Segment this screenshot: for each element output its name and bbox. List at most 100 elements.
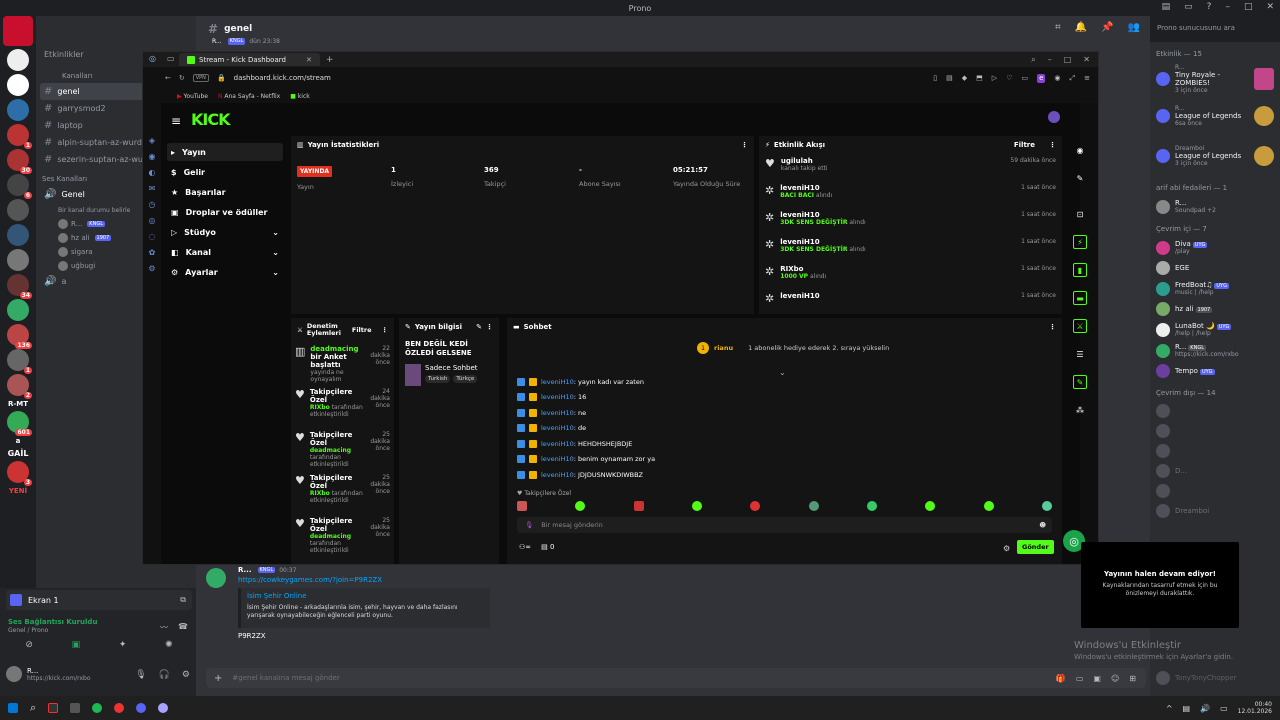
member-item[interactable]: Diva UYG/play (1150, 237, 1280, 258)
bookmark-kick[interactable]: ■ kick (290, 93, 310, 100)
activity-item[interactable]: ✲ leveniH10 1 saat önce (759, 289, 1062, 314)
close-button[interactable]: ✕ (1266, 2, 1274, 12)
member-offline[interactable]: Dreamboi (1150, 501, 1280, 521)
screen-share-icon[interactable]: ▣ (72, 640, 81, 654)
member-item[interactable]: FredBoat♫ UYG music | /help (1150, 278, 1280, 299)
server-icon[interactable]: 1 (7, 124, 32, 149)
info-widget-icon[interactable]: ▮ (1073, 263, 1087, 277)
member-item[interactable]: LunaBot 🌙 UYG/help | /help (1150, 319, 1280, 340)
menu-icon[interactable]: ≡ (171, 114, 181, 128)
server-icon[interactable]: 30 (7, 149, 32, 174)
bookmark-netflix[interactable]: N Ana Sayfa - Netflix (218, 93, 280, 100)
tab-list-icon[interactable]: ▭ (167, 54, 175, 63)
server-text-icon[interactable]: YENİ (0, 487, 36, 495)
nav-basarilar[interactable]: ★ Başarılar (167, 183, 283, 201)
app-icon[interactable] (158, 703, 169, 713)
snapshot-icon[interactable]: ▯ (933, 74, 937, 83)
bell-icon[interactable]: 🔔 (1075, 22, 1087, 33)
server-icon[interactable]: 6 (7, 174, 32, 199)
member-offline[interactable] (1150, 421, 1280, 441)
member-activity[interactable]: Dreamboi League of Legends 3 için önce (1150, 136, 1280, 176)
server-icon[interactable]: 1 (7, 349, 32, 374)
member-item[interactable]: R... KNGL https://kick.com/rxbo (1150, 340, 1280, 361)
nav-kanal[interactable]: ◧ Kanal ⌄ (167, 243, 283, 261)
chat-user[interactable]: leveniH10 (541, 424, 574, 432)
server-icon[interactable]: 2 (7, 374, 32, 399)
chat-message[interactable]: leveniH10: benim oynamam zor ya (507, 452, 1057, 468)
message-link[interactable]: https://cowkeygames.com/?join=P9R2ZX (238, 576, 1106, 584)
discord-icon[interactable] (136, 703, 147, 713)
disconnect-icon[interactable]: ☎ (178, 622, 188, 633)
chat-user[interactable]: leveniH10 (541, 440, 574, 448)
extension-icon[interactable]: ◉ (1054, 74, 1060, 83)
server-icon[interactable]: 601 (7, 411, 32, 436)
help-icon[interactable]: ◉ (1073, 143, 1087, 157)
headphones-icon[interactable]: 🎧 (159, 670, 170, 680)
server-icon-flag[interactable] (3, 16, 33, 46)
filter-button[interactable]: Filtre (1014, 141, 1035, 149)
emote[interactable] (983, 501, 994, 511)
sticker-icon[interactable]: ▣ (1093, 674, 1101, 683)
chat-message[interactable]: leveniH10: ne (507, 405, 1057, 421)
network-icon[interactable]: ▤ (1183, 704, 1191, 713)
help-icon[interactable]: ? (1207, 2, 1212, 12)
gear-icon[interactable]: ⚙ (1003, 544, 1010, 553)
more-icon[interactable]: ⋮ (486, 323, 493, 331)
emoji-icon[interactable]: ☺ (1111, 674, 1119, 683)
scan-icon[interactable]: ⊡ (1073, 207, 1087, 221)
start-icon[interactable] (8, 703, 18, 713)
chat-input[interactable]: 🎙 Bir mesaj gönderin ☻ (517, 517, 1052, 533)
plus-icon[interactable]: + (214, 673, 222, 684)
more-icon[interactable]: ⋮ (1049, 141, 1056, 149)
popout-icon[interactable]: ⧉ (180, 595, 186, 605)
send-button[interactable]: Gönder (1017, 540, 1054, 554)
member-item[interactable]: R... Soundpad +2 (1150, 196, 1280, 217)
server-icon[interactable] (7, 49, 29, 71)
inbox-icon[interactable]: ▤ (1162, 2, 1171, 12)
back-icon[interactable]: ← (165, 74, 171, 82)
activity-item[interactable]: ✲ leveniH10 3DK SENS DEĞİŞTİR alındı 1 saat… (759, 235, 1062, 262)
emote[interactable] (1041, 501, 1052, 511)
chat-message[interactable]: leveniH10: yayın kadı var zaten (507, 374, 1057, 390)
embed-title[interactable]: İsim Şehir Online (247, 592, 484, 600)
gif-icon[interactable]: ▭ (1076, 674, 1084, 683)
nav-droplar[interactable]: ▣ Droplar ve ödüller (167, 203, 283, 221)
mod-item[interactable]: ♥ Takipçilere Özel RIXbo tarafından etkinl… (291, 471, 394, 514)
gear-icon[interactable]: ⚙ (182, 670, 190, 680)
nav-studyo[interactable]: ▷ Stüdyo ⌄ (167, 223, 283, 241)
sidebar-toggle-icon[interactable]: ▭ (1021, 74, 1028, 83)
bookmark-youtube[interactable]: ▶ YouTube (177, 93, 208, 100)
apps-icon[interactable]: ⊞ (1129, 674, 1136, 683)
emote[interactable] (808, 501, 819, 511)
list-icon[interactable]: ☰ (1073, 347, 1087, 361)
emoji-icon[interactable]: ☻ (1039, 521, 1046, 529)
server-icon[interactable]: 34 (7, 274, 32, 299)
avatar[interactable] (206, 568, 226, 588)
emote[interactable] (691, 501, 702, 511)
chat-user[interactable]: leveniH10 (541, 455, 574, 463)
stream-tag[interactable]: Turkish (425, 375, 451, 383)
stream-tag[interactable]: Türkçe (453, 375, 478, 383)
volume-icon[interactable]: 🔊 (1200, 704, 1210, 713)
chat-message[interactable]: leveniH10: 16 (507, 390, 1057, 406)
chat-message[interactable]: leveniH10: de (507, 421, 1057, 437)
menu-icon[interactable]: ≡ (1084, 74, 1090, 83)
vpn-icon[interactable]: VPN (192, 74, 209, 82)
emote[interactable] (866, 501, 877, 511)
emote[interactable] (925, 501, 936, 511)
maximize-button[interactable]: □ (1064, 55, 1072, 65)
points-display[interactable]: ▤ 0 (541, 543, 554, 551)
edit-icon[interactable]: ✎ (476, 323, 482, 331)
screen-icon[interactable]: ▭ (1184, 2, 1193, 12)
close-button[interactable]: ✕ (1083, 55, 1090, 65)
chat-user[interactable]: leveniH10 (541, 378, 574, 386)
chat-message[interactable]: leveniH10: JDJDUSNWKDIWBBZ (507, 467, 1057, 483)
message-input[interactable]: + #genel kanalına mesaj gönder 🎁 ▭ ▣ ☺ ⊞ (206, 668, 1146, 688)
kick-logo[interactable]: KICK (191, 110, 230, 129)
threads-icon[interactable]: ⌗ (1055, 22, 1061, 33)
extensions-icon[interactable]: ⬒ (976, 74, 983, 83)
server-icon[interactable]: 3 (7, 461, 32, 486)
search-icon[interactable]: ⌕ (1031, 55, 1035, 65)
clock[interactable]: 00:40 12.01.2026 (1238, 701, 1272, 715)
member-offline[interactable] (1150, 481, 1280, 501)
